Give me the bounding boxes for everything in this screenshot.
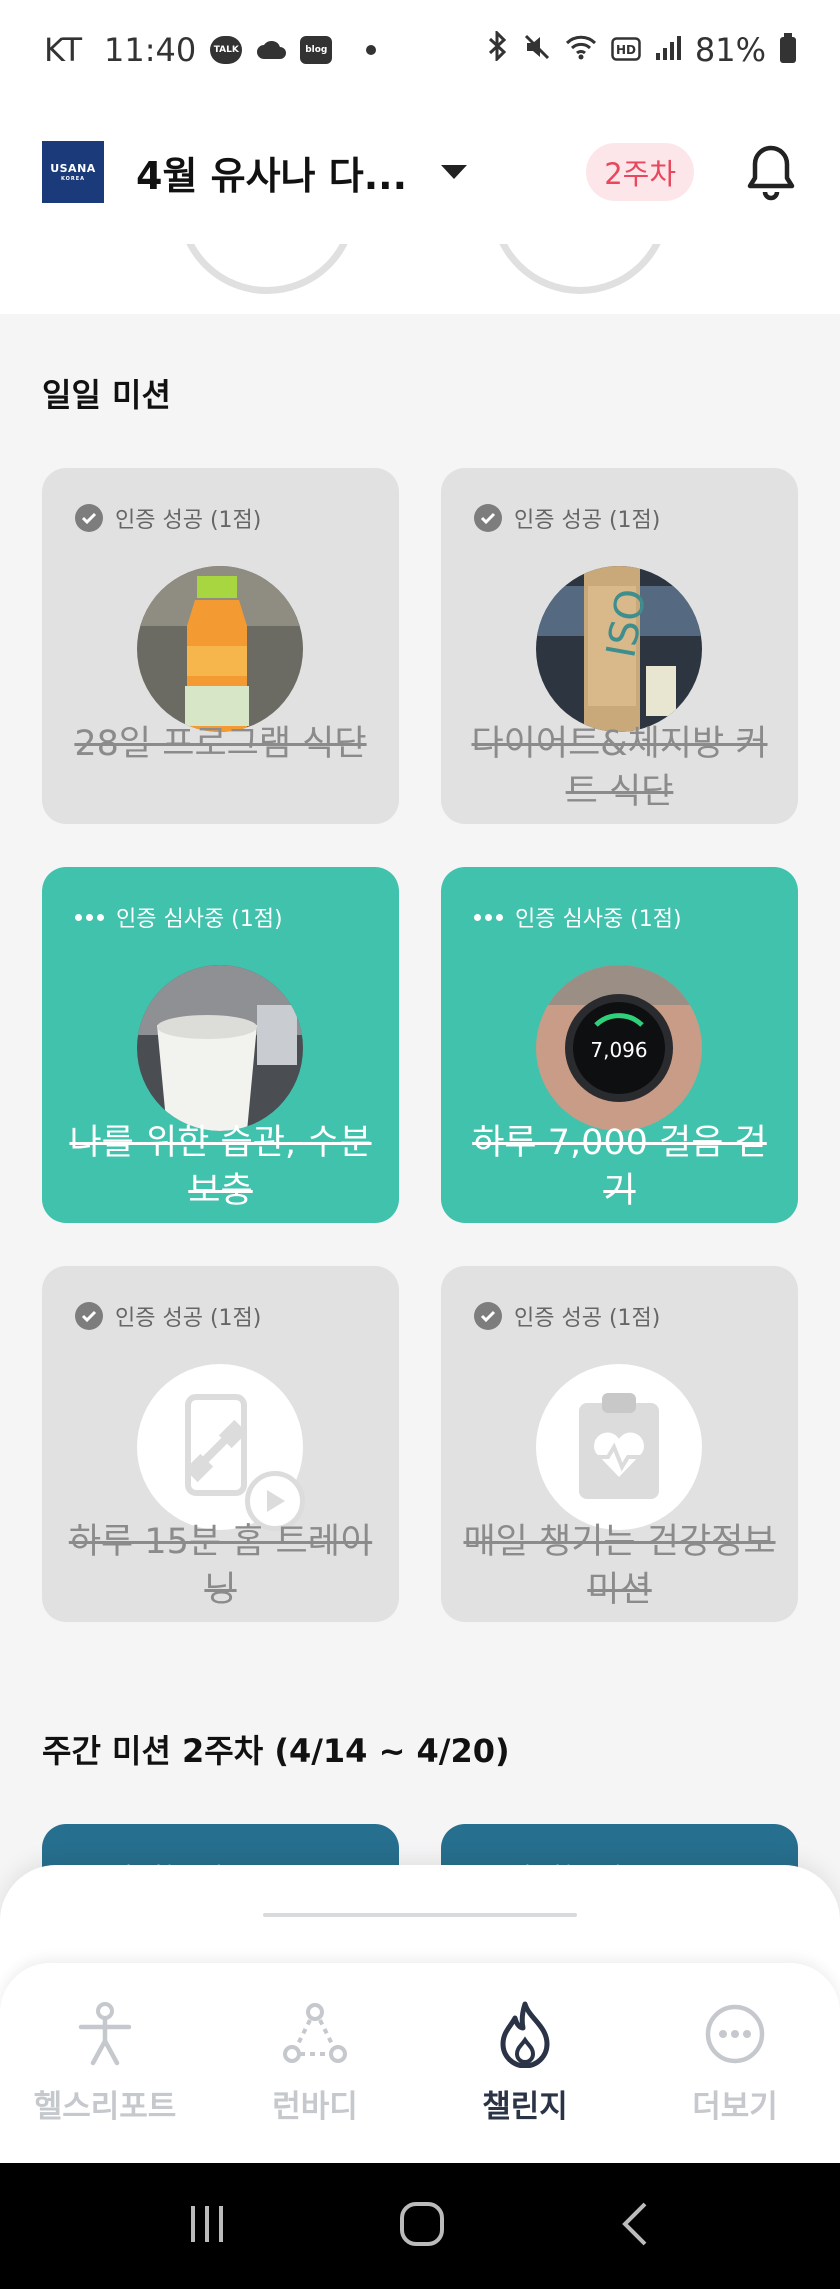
progress-ring [177,244,357,294]
water-cup-photo [137,965,303,1131]
weekly-mission-title: 주간 미션 2주차 (4/14 ~ 4/20) [42,1732,510,1770]
mission-card[interactable]: 인증 심사중 (1점) 나를 위한 습관, 수분보충 [42,867,399,1223]
person-icon [70,1999,140,2069]
app-header: USANA KOREA 4월 유사나 다... 2주차 [0,100,840,244]
shaker-bottle-photo: ISO [536,566,702,732]
watch-steps: 7,096 [590,1038,647,1062]
week-badge: 2주차 [586,143,694,201]
status-right: HD 81% [487,29,796,69]
logo-subtext: KOREA [60,176,86,182]
status-left: KT 11:40 TALK blog [44,31,377,69]
sheet-drag-handle[interactable] [263,1913,577,1917]
mission-status: 인증 성공 (1점) [474,1300,660,1332]
kakaotalk-icon: TALK [210,36,243,64]
bottom-nav: 헬스리포트 런바디 챌린지 더보기 [0,1963,840,2163]
mission-card[interactable]: 인증 성공 (1점) ISO 다이어트&체지방 커트 식단 [441,468,798,824]
back-icon[interactable] [615,2200,655,2252]
mission-status: 인증 심사중 (1점) [75,901,283,933]
nav-challenge[interactable]: 챌린지 [420,1963,630,2163]
mission-title: 다이어트&체지방 커트 식단 [471,724,768,812]
mission-title: 하루 15분 홈 트레이닝 [68,1522,373,1610]
mission-card[interactable]: 인증 심사중 (1점) 7,096 하루 7,000 걸음 걷기 [441,867,798,1223]
battery-icon [780,33,796,63]
cloud-sync-icon [256,37,287,63]
mission-status-text: 인증 심사중 (1점) [515,907,682,932]
mission-title: 매일 챙기는 건강정보 미션 [463,1522,776,1610]
svg-text:HD: HD [616,43,636,57]
wifi-icon [565,31,597,69]
more-icon [700,1999,770,2069]
check-circle-icon [474,504,502,532]
check-circle-icon [75,504,103,532]
battery-percent: 81% [694,31,766,69]
nav-label: 헬스리포트 [33,2089,177,2125]
mute-icon [523,31,551,69]
hd-icon: HD [611,31,641,69]
carrier: KT [44,31,83,69]
bluetooth-icon [487,29,509,69]
pending-dots-icon [474,913,503,921]
nav-label: 더보기 [692,2089,778,2125]
android-nav-bar [0,2163,840,2289]
status-bar: KT 11:40 TALK blog HD 81% [0,0,840,100]
mission-status-text: 인증 심사중 (1점) [116,907,283,932]
nodes-icon [280,1999,350,2069]
mission-card[interactable]: 인증 성공 (1점) 매일 챙기는 건강정보 미션 [441,1266,798,1622]
dropdown-caret-icon[interactable] [441,165,468,179]
mission-title: 나를 위한 습관, 수분보충 [69,1123,372,1211]
nav-label: 런바디 [272,2089,358,2125]
nav-more[interactable]: 더보기 [630,1963,840,2163]
mission-status: 인증 심사중 (1점) [474,901,682,933]
nav-health-report[interactable]: 헬스리포트 [0,1963,210,2163]
clock: 11:40 [104,31,197,69]
flame-icon [490,1999,560,2069]
clipboard-heart-icon [536,1364,702,1530]
mission-card[interactable]: 인증 성공 (1점) 하루 15분 홈 트레이닝 [42,1266,399,1622]
scrolled-progress-area [0,244,840,314]
mission-status-text: 인증 성공 (1점) [115,1306,262,1331]
progress-ring [490,244,670,294]
mission-status: 인증 성공 (1점) [75,1300,261,1332]
mission-status: 인증 성공 (1점) [474,502,660,534]
nav-runbody[interactable]: 런바디 [210,1963,420,2163]
daily-mission-title: 일일 미션 [42,376,171,414]
usana-logo[interactable]: USANA KOREA [42,141,104,203]
mission-card[interactable]: 인증 성공 (1점) 28일 프로그램 식단 [42,468,399,824]
mission-status-text: 인증 성공 (1점) [514,508,661,533]
bell-icon[interactable] [744,142,798,202]
home-icon[interactable] [398,2200,446,2252]
mission-title: 하루 7,000 걸음 걷기 [472,1123,767,1211]
notification-dot-icon [366,45,377,55]
mission-status: 인증 성공 (1점) [75,502,261,534]
mission-title: 28일 프로그램 식단 [74,724,367,764]
challenge-title[interactable]: 4월 유사나 다... [136,145,407,200]
mission-status-text: 인증 성공 (1점) [115,508,262,533]
check-circle-icon [474,1302,502,1330]
mission-status-text: 인증 성공 (1점) [514,1306,661,1331]
recent-apps-icon[interactable] [185,2202,229,2250]
signal-icon [655,31,681,69]
logo-text: USANA [50,162,96,175]
smartwatch-photo: 7,096 [536,965,702,1131]
nav-label: 챌린지 [482,2089,568,2125]
orange-juice-photo [137,566,303,732]
check-circle-icon [75,1302,103,1330]
pending-dots-icon [75,913,104,921]
blog-icon: blog [300,36,333,64]
